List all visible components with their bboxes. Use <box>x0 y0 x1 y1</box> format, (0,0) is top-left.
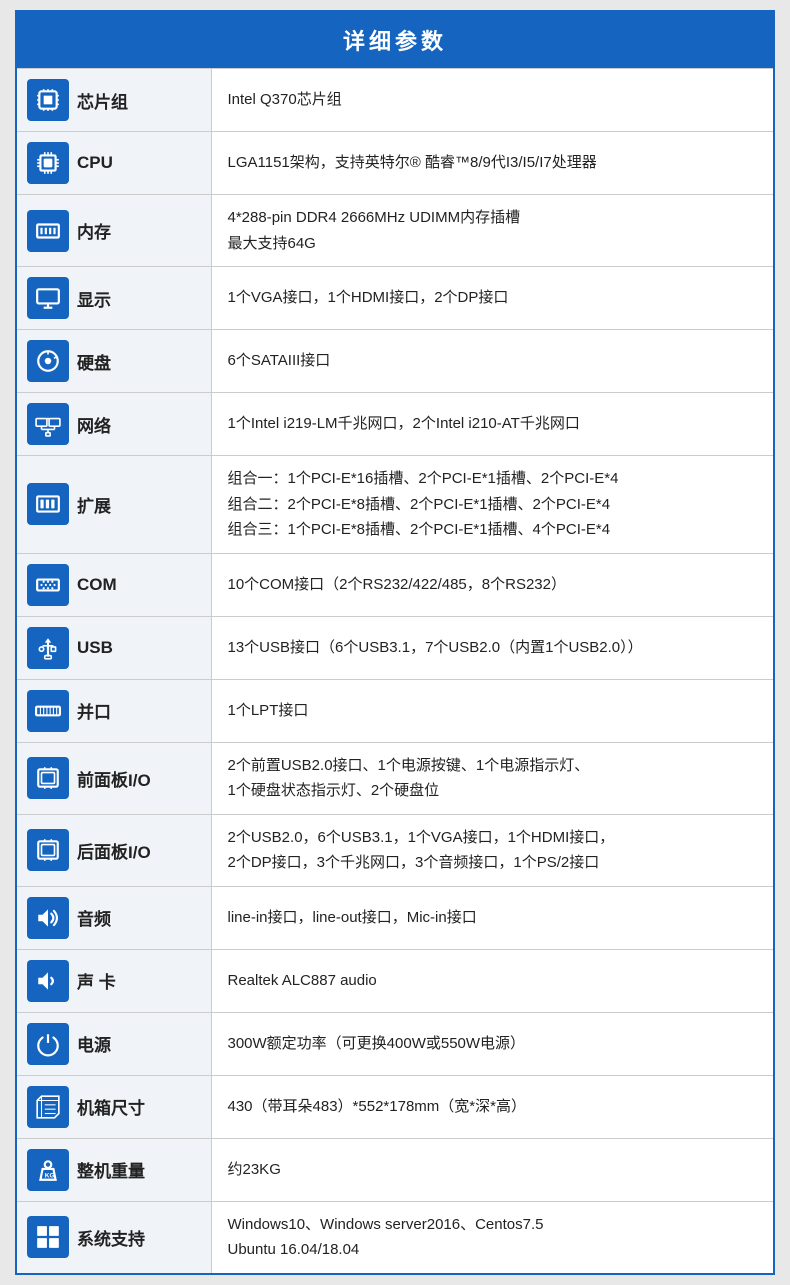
label-cell-cpu: CPU <box>16 132 211 195</box>
parallel-icon <box>27 690 69 732</box>
row-chassis: 机箱尺寸 430（带耳朵483）*552*178mm（宽*深*高） <box>16 1075 774 1138</box>
row-memory: 内存 4*288-pin DDR4 2666MHz UDIMM内存插槽最大支持64… <box>16 195 774 267</box>
label-cell-hdd: 硬盘 <box>16 330 211 393</box>
row-chipset: 芯片组 Intel Q370芯片组 <box>16 69 774 132</box>
label-text-memory: 内存 <box>77 218 111 243</box>
row-hdd: 硬盘 6个SATAIII接口 <box>16 330 774 393</box>
label-cell-weight: KG 整机重量 <box>16 1138 211 1201</box>
usb-icon <box>27 627 69 669</box>
page-title: 详细参数 <box>16 11 774 69</box>
display-icon <box>27 277 69 319</box>
label-text-cpu: CPU <box>77 153 113 173</box>
label-cell-expansion: 扩展 <box>16 456 211 554</box>
value-cell-audio: line-in接口，line-out接口，Mic-in接口 <box>211 886 774 949</box>
label-text-usb: USB <box>77 638 113 658</box>
row-expansion: 扩展 组合一：1个PCI-E*16插槽、2个PCI-E*1插槽、2个PCI-E*4… <box>16 456 774 554</box>
label-cell-parallel: 并口 <box>16 679 211 742</box>
value-cell-os: Windows10、Windows server2016、Centos7.5Ub… <box>211 1201 774 1274</box>
os-icon <box>27 1216 69 1258</box>
label-cell-chipset: 芯片组 <box>16 69 211 132</box>
label-cell-com: COM <box>16 553 211 616</box>
label-text-front-io: 前面板I/O <box>77 766 151 791</box>
row-audio: 音频 line-in接口，line-out接口，Mic-in接口 <box>16 886 774 949</box>
label-cell-audio: 音频 <box>16 886 211 949</box>
value-cell-weight: 约23KG <box>211 1138 774 1201</box>
row-sound-card: 声 卡 Realtek ALC887 audio <box>16 949 774 1012</box>
expansion-icon <box>27 483 69 525</box>
label-text-parallel: 并口 <box>77 698 111 723</box>
value-cell-sound-card: Realtek ALC887 audio <box>211 949 774 1012</box>
front-io-icon <box>27 757 69 799</box>
sound-card-icon <box>27 960 69 1002</box>
label-text-chassis: 机箱尺寸 <box>77 1094 145 1119</box>
label-text-expansion: 扩展 <box>77 492 111 517</box>
label-cell-chassis: 机箱尺寸 <box>16 1075 211 1138</box>
value-cell-chassis: 430（带耳朵483）*552*178mm（宽*深*高） <box>211 1075 774 1138</box>
label-cell-network: 网络 <box>16 393 211 456</box>
label-cell-display: 显示 <box>16 267 211 330</box>
value-cell-com: 10个COM接口（2个RS232/422/485，8个RS232） <box>211 553 774 616</box>
label-text-com: COM <box>77 575 117 595</box>
row-display: 显示 1个VGA接口，1个HDMI接口，2个DP接口 <box>16 267 774 330</box>
label-text-sound-card: 声 卡 <box>77 968 116 993</box>
svg-text:KG: KG <box>45 1172 55 1179</box>
label-cell-rear-io: 后面板I/O <box>16 814 211 886</box>
row-front-io: 前面板I/O 2个前置USB2.0接口、1个电源按键、1个电源指示灯、1个硬盘状态… <box>16 742 774 814</box>
label-text-hdd: 硬盘 <box>77 349 111 374</box>
weight-icon: KG <box>27 1149 69 1191</box>
network-icon <box>27 403 69 445</box>
row-parallel: 并口 1个LPT接口 <box>16 679 774 742</box>
memory-icon <box>27 210 69 252</box>
value-cell-power: 300W额定功率（可更换400W或550W电源） <box>211 1012 774 1075</box>
label-cell-usb: USB <box>16 616 211 679</box>
label-cell-memory: 内存 <box>16 195 211 267</box>
row-usb: USB 13个USB接口（6个USB3.1，7个USB2.0（内置1个USB2.0… <box>16 616 774 679</box>
spec-table: 详细参数 芯片组 Intel Q370芯片组 CPU LGA1151架构，支持英特尔… <box>15 10 775 1275</box>
value-cell-display: 1个VGA接口，1个HDMI接口，2个DP接口 <box>211 267 774 330</box>
title-row: 详细参数 <box>16 11 774 69</box>
value-cell-parallel: 1个LPT接口 <box>211 679 774 742</box>
label-text-power: 电源 <box>77 1031 111 1056</box>
value-cell-usb: 13个USB接口（6个USB3.1，7个USB2.0（内置1个USB2.0）） <box>211 616 774 679</box>
chipset-icon <box>27 79 69 121</box>
label-cell-front-io: 前面板I/O <box>16 742 211 814</box>
value-cell-hdd: 6个SATAIII接口 <box>211 330 774 393</box>
row-os: 系统支持 Windows10、Windows server2016、Centos7… <box>16 1201 774 1274</box>
chassis-icon <box>27 1086 69 1128</box>
row-weight: KG 整机重量约23KG <box>16 1138 774 1201</box>
row-rear-io: 后面板I/O 2个USB2.0，6个USB3.1，1个VGA接口，1个HDMI接口… <box>16 814 774 886</box>
power-icon <box>27 1023 69 1065</box>
label-text-rear-io: 后面板I/O <box>77 838 151 863</box>
value-cell-expansion: 组合一：1个PCI-E*16插槽、2个PCI-E*1插槽、2个PCI-E*4组合… <box>211 456 774 554</box>
row-com: COM 10个COM接口（2个RS232/422/485，8个RS232） <box>16 553 774 616</box>
value-cell-cpu: LGA1151架构，支持英特尔® 酷睿™8/9代I3/I5/I7处理器 <box>211 132 774 195</box>
label-text-os: 系统支持 <box>77 1225 145 1250</box>
label-text-network: 网络 <box>77 412 111 437</box>
rear-io-icon <box>27 829 69 871</box>
label-cell-sound-card: 声 卡 <box>16 949 211 1012</box>
cpu-icon <box>27 142 69 184</box>
row-cpu: CPU LGA1151架构，支持英特尔® 酷睿™8/9代I3/I5/I7处理器 <box>16 132 774 195</box>
com-icon <box>27 564 69 606</box>
row-power: 电源 300W额定功率（可更换400W或550W电源） <box>16 1012 774 1075</box>
value-cell-network: 1个Intel i219-LM千兆网口，2个Intel i210-AT千兆网口 <box>211 393 774 456</box>
label-cell-power: 电源 <box>16 1012 211 1075</box>
label-text-audio: 音频 <box>77 905 111 930</box>
value-cell-front-io: 2个前置USB2.0接口、1个电源按键、1个电源指示灯、1个硬盘状态指示灯、2个… <box>211 742 774 814</box>
hdd-icon <box>27 340 69 382</box>
value-cell-memory: 4*288-pin DDR4 2666MHz UDIMM内存插槽最大支持64G <box>211 195 774 267</box>
label-cell-os: 系统支持 <box>16 1201 211 1274</box>
value-cell-chipset: Intel Q370芯片组 <box>211 69 774 132</box>
value-cell-rear-io: 2个USB2.0，6个USB3.1，1个VGA接口，1个HDMI接口，2个DP接… <box>211 814 774 886</box>
row-network: 网络 1个Intel i219-LM千兆网口，2个Intel i210-AT千兆网… <box>16 393 774 456</box>
label-text-chipset: 芯片组 <box>77 88 128 113</box>
label-text-weight: 整机重量 <box>77 1157 145 1182</box>
label-text-display: 显示 <box>77 286 111 311</box>
audio-icon <box>27 897 69 939</box>
